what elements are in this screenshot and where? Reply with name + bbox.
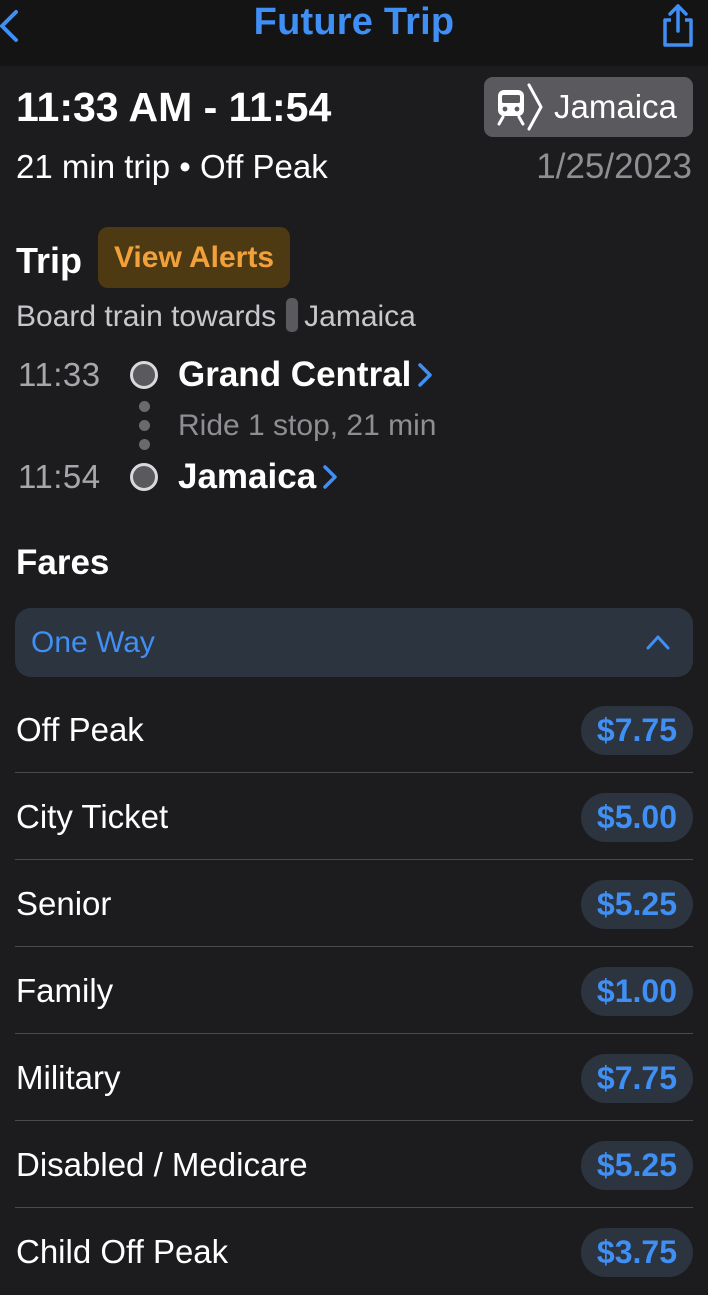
stop-name-label: Grand Central bbox=[178, 355, 412, 394]
trip-duration-fare-type: 21 min trip • Off Peak bbox=[16, 148, 328, 185]
ride-info: Ride 1 stop, 21 min bbox=[178, 409, 437, 442]
train-icon bbox=[497, 90, 525, 126]
fare-row-city-ticket: City Ticket $5.00 bbox=[15, 773, 693, 860]
nav-bar: Future Trip bbox=[0, 0, 708, 66]
board-prefix: Board train towards bbox=[16, 300, 277, 333]
fare-row-family: Family $1.00 bbox=[15, 947, 693, 1034]
fare-price-button[interactable]: $5.00 bbox=[580, 793, 693, 842]
fare-row-military: Military $7.75 bbox=[15, 1034, 693, 1121]
fare-price-button[interactable]: $5.25 bbox=[580, 880, 693, 929]
board-instruction: Board train towards Jamaica bbox=[16, 298, 416, 336]
fare-name: City Ticket bbox=[16, 798, 169, 835]
ticket-type-selector[interactable]: One Way bbox=[15, 608, 693, 677]
stop-name-label: Jamaica bbox=[178, 457, 317, 496]
trip-date: 1/25/2023 bbox=[536, 147, 692, 186]
fare-price-button[interactable]: $5.25 bbox=[580, 1141, 693, 1190]
fare-row-child-off-peak: Child Off Peak $3.75 bbox=[15, 1208, 693, 1295]
arrival-time: 11:54 bbox=[18, 458, 101, 495]
page-title: Future Trip bbox=[253, 1, 455, 43]
fare-name: Off Peak bbox=[16, 711, 144, 748]
board-destination: Jamaica bbox=[304, 300, 416, 333]
chevron-right-icon bbox=[527, 83, 543, 131]
stop-marker-icon bbox=[130, 361, 158, 389]
stop-grand-central[interactable]: Grand Central bbox=[178, 354, 433, 396]
line-color-chip bbox=[286, 298, 299, 332]
fare-row-disabled-medicare: Disabled / Medicare $5.25 bbox=[15, 1121, 693, 1208]
fare-row-senior: Senior $5.25 bbox=[15, 860, 693, 947]
chevron-right-icon bbox=[323, 465, 337, 489]
fare-row-off-peak: Off Peak $7.75 bbox=[15, 686, 693, 773]
stop-marker-icon bbox=[130, 463, 158, 491]
ticket-type-label: One Way bbox=[31, 626, 155, 659]
fare-name: Senior bbox=[16, 885, 112, 922]
fares-heading: Fares bbox=[16, 543, 110, 582]
route-dot bbox=[139, 401, 150, 412]
fare-price-button[interactable]: $3.75 bbox=[580, 1228, 693, 1277]
departure-time: 11:33 bbox=[18, 356, 101, 393]
trip-times: 11:33 AM - 11:54 bbox=[16, 84, 332, 130]
share-icon[interactable] bbox=[658, 2, 698, 48]
route-dot bbox=[139, 420, 150, 431]
fare-name: Child Off Peak bbox=[16, 1233, 229, 1270]
fare-name: Disabled / Medicare bbox=[16, 1146, 308, 1183]
view-alerts-button[interactable]: View Alerts bbox=[98, 227, 290, 288]
fare-price-button[interactable]: $7.75 bbox=[580, 1054, 693, 1103]
fare-name: Military bbox=[16, 1059, 121, 1096]
stop-jamaica[interactable]: Jamaica bbox=[178, 456, 338, 498]
chevron-up-icon bbox=[646, 635, 670, 650]
destination-label: Jamaica bbox=[554, 88, 677, 125]
chevron-right-icon bbox=[418, 363, 433, 387]
fare-name: Family bbox=[16, 972, 114, 1009]
fare-price-button[interactable]: $1.00 bbox=[580, 967, 693, 1016]
trip-heading: Trip bbox=[16, 240, 83, 281]
fare-price-button[interactable]: $7.75 bbox=[580, 706, 693, 755]
route-dot bbox=[139, 439, 150, 450]
destination-badge: Jamaica bbox=[484, 77, 693, 137]
